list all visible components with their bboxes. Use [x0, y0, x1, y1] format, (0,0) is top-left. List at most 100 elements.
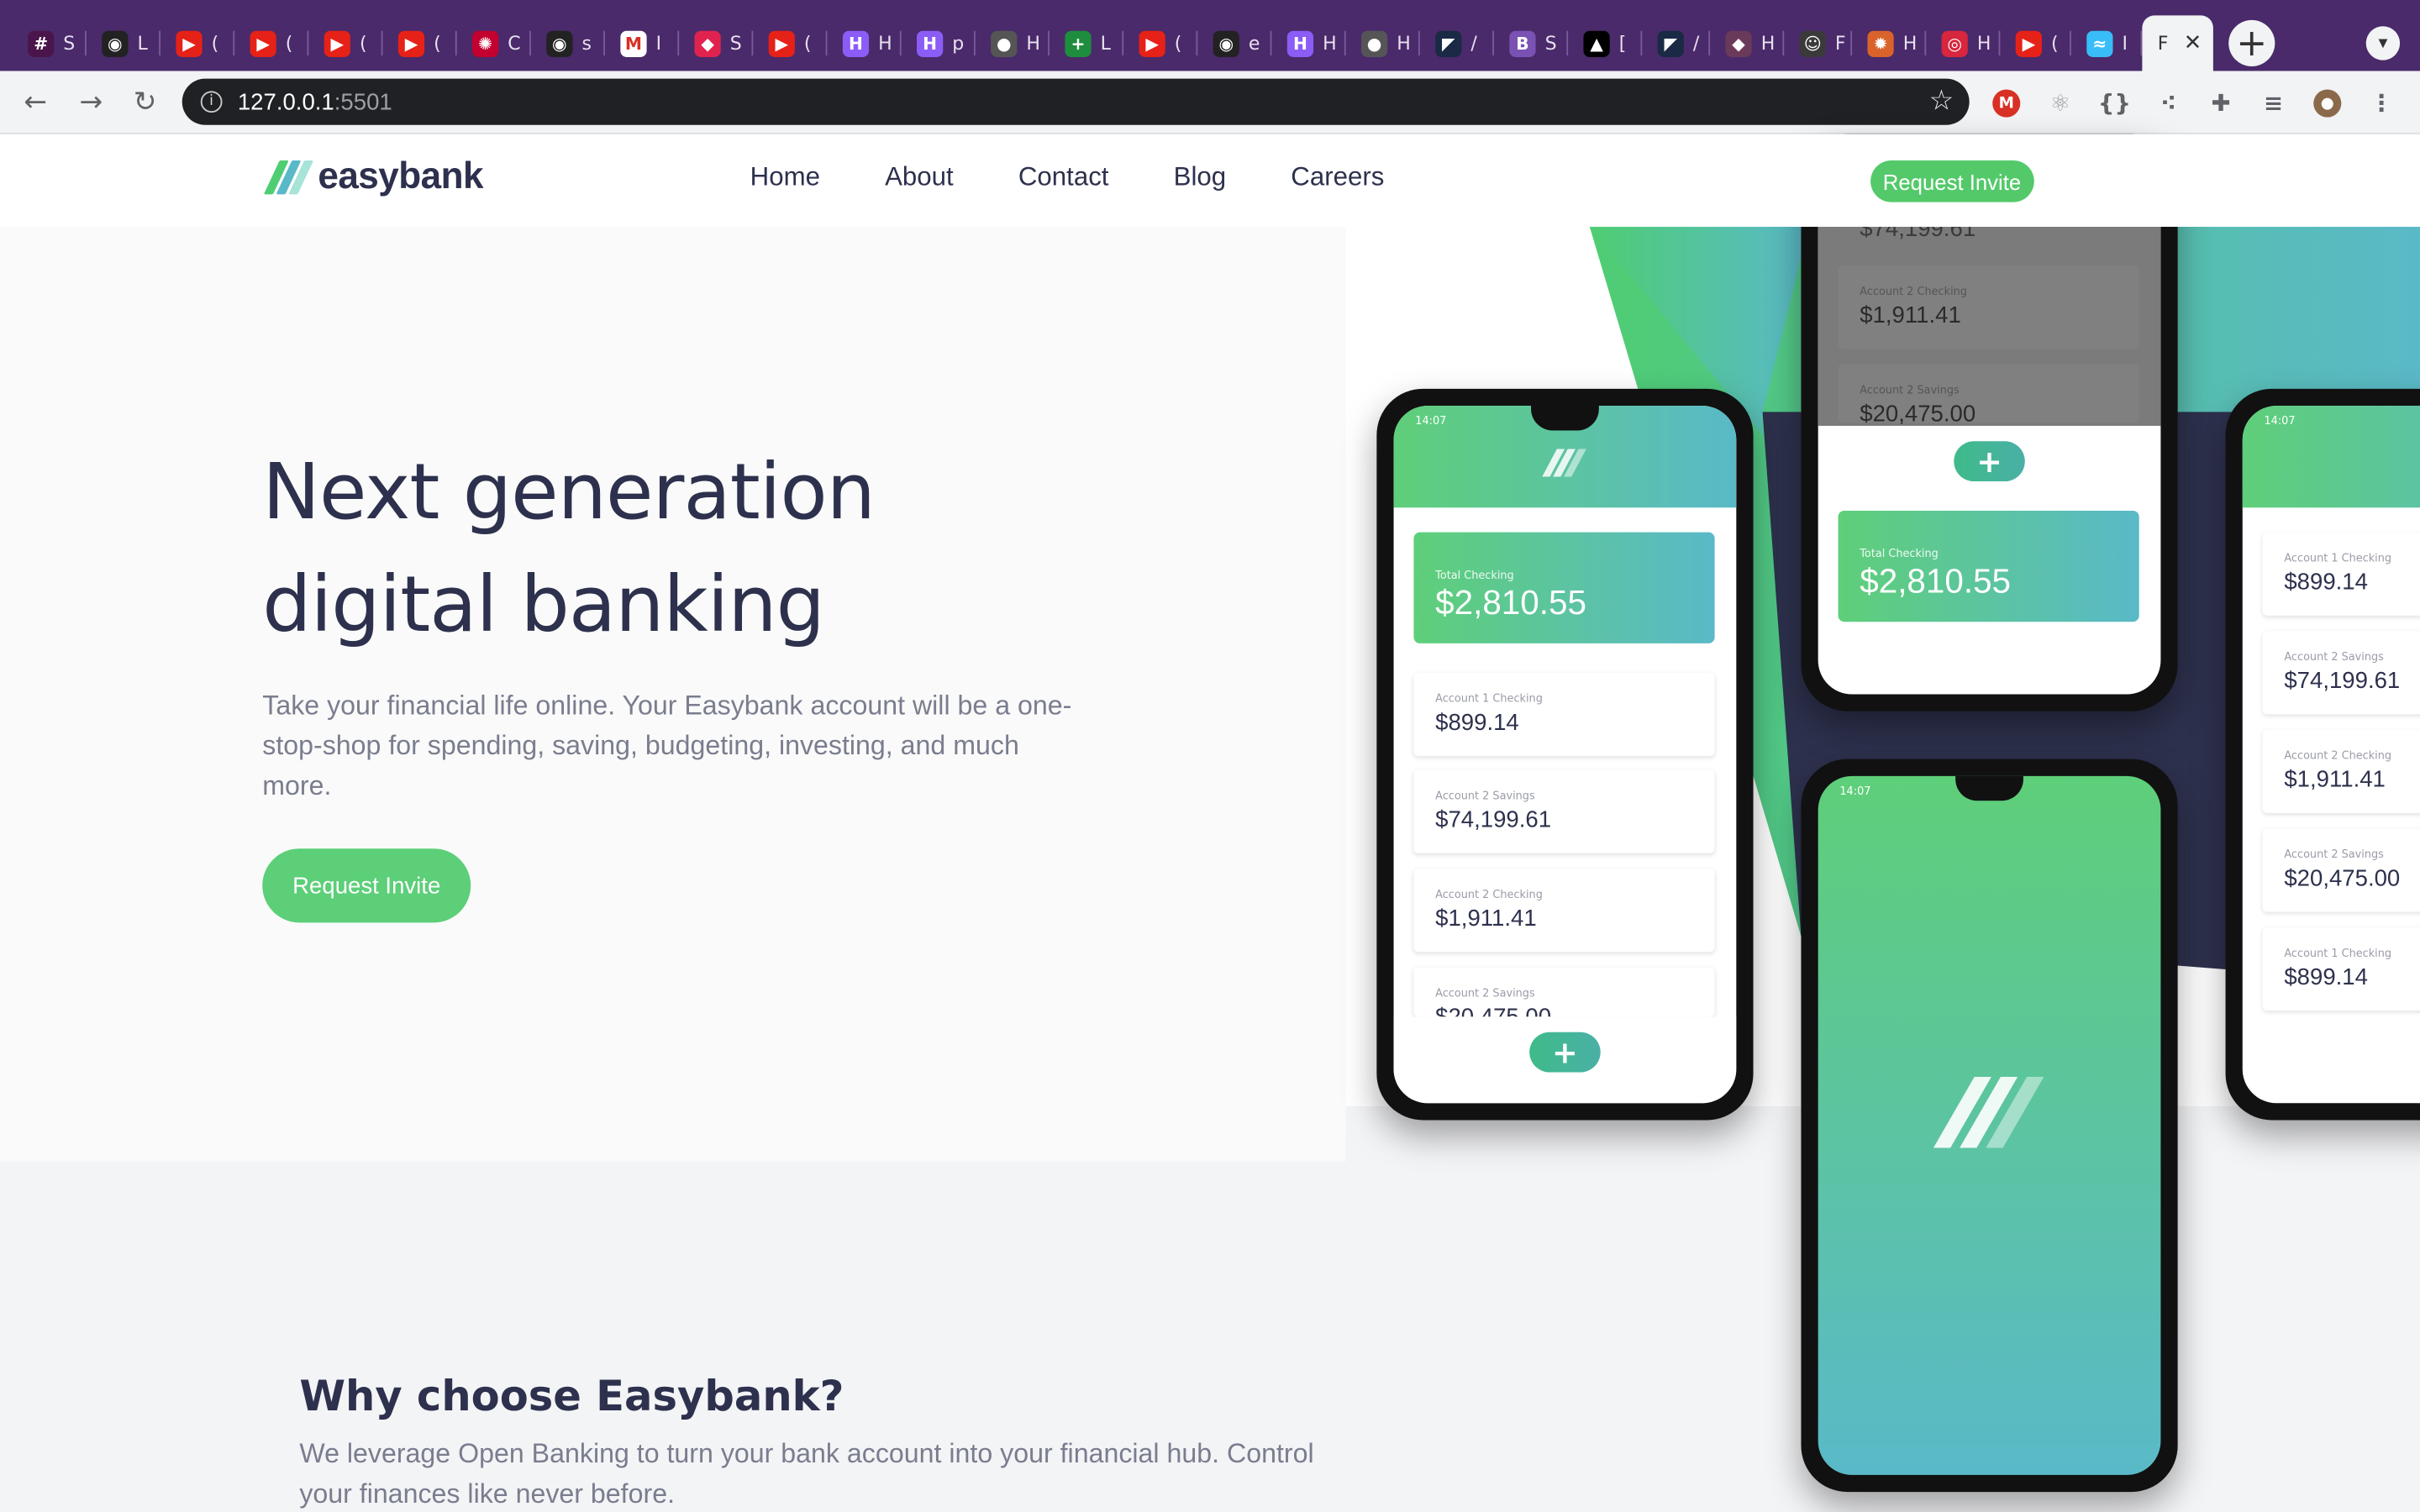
account-label: Account 2 Checking: [2284, 749, 2392, 763]
hero-request-invite-button[interactable]: Request Invite: [262, 848, 471, 923]
browser-tab[interactable]: + L: [1050, 15, 1124, 71]
why-section-title: Why choose Easybank?: [299, 1373, 844, 1421]
profile-avatar-icon[interactable]: ●: [2313, 89, 2342, 118]
dots-extension-icon[interactable]: ⁖: [2154, 90, 2182, 118]
browser-toolbar: ← → ↻ i 127.0.0.1 :5501 ☆ M ⚛ {} ⁖ ✚ ≡ ● ⋮: [0, 71, 2420, 134]
browser-tab[interactable]: ▶(: [753, 15, 828, 71]
tab-search-icon[interactable]: ▼: [2365, 26, 2401, 60]
account-label: Account 2 Checking: [1860, 285, 1967, 298]
back-icon[interactable]: ←: [18, 85, 52, 118]
active-tab[interactable]: F ✕: [2142, 15, 2213, 71]
nav-home[interactable]: Home: [750, 162, 820, 193]
kebab-menu-icon[interactable]: ⋮: [2368, 90, 2396, 118]
url-host: 127.0.0.1: [237, 88, 334, 115]
phone-notch: [1955, 775, 2023, 801]
close-tab-icon[interactable]: ✕: [2184, 31, 2202, 55]
browser-tab[interactable]: ▲[: [1568, 15, 1643, 71]
browser-window: F ✕ + ▼ # S ◉ L ▶(▶(▶(▶(✺ C ◉ s M I ◆ S ▶(H H Hp ● H + L ▶(…: [0, 0, 2420, 1512]
forward-icon[interactable]: →: [74, 85, 108, 118]
json-viewer-icon[interactable]: {}: [2098, 90, 2131, 118]
reload-icon[interactable]: ↻: [128, 85, 161, 118]
account-label: Account 1 Checking: [1435, 692, 1543, 706]
browser-tab[interactable]: ▶(: [1123, 15, 1198, 71]
browser-tab[interactable]: ▶(: [383, 15, 457, 71]
phone-notch: [1531, 406, 1599, 431]
tailwind-icon: ≈: [2086, 29, 2113, 57]
vercel-icon: ▲: [1583, 29, 1610, 57]
phone-screen: 14:07 Account 1 Checking $899.14 Account…: [2242, 406, 2420, 1104]
browser-tab[interactable]: ◎ H: [1926, 15, 2001, 71]
react-devtools-icon[interactable]: ⚛: [2047, 90, 2075, 118]
phone-mockup-right: 14:07 Account 1 Checking $899.14 Account…: [2225, 388, 2420, 1121]
account-amount: $20,475.00: [2284, 865, 2401, 892]
bookmark-star-icon[interactable]: ☆: [1929, 85, 1954, 118]
header-request-invite-button[interactable]: Request Invite: [1870, 160, 2033, 202]
hero-mockup-area: 14:07 Total Checking $2,810.55 Account 1…: [1345, 134, 2420, 1493]
browser-tab[interactable]: ◉ L: [87, 15, 161, 71]
nestjs-icon: ◆: [694, 29, 721, 57]
browser-tab[interactable]: ▶(: [160, 15, 235, 71]
nav-about[interactable]: About: [885, 162, 954, 193]
tab-title: e: [1248, 32, 1260, 55]
phone-mockup-left: 14:07 Total Checking $2,810.55 Account 1…: [1376, 388, 1754, 1121]
browser-tab[interactable]: ◆ S: [679, 15, 754, 71]
browser-tab[interactable]: ◉ s: [531, 15, 605, 71]
tab-title: S: [1544, 32, 1557, 55]
tab-title: F: [1834, 32, 1846, 55]
total-checking-amount: $2,810.55: [1860, 561, 2012, 601]
browser-tab[interactable]: HH: [1271, 15, 1346, 71]
account-card: Account 2 Savings $74,199.61: [1413, 769, 1715, 853]
browser-tab[interactable]: ● H: [1346, 15, 1420, 71]
status-clock: 14:07: [1839, 785, 1871, 798]
nav-careers[interactable]: Careers: [1291, 162, 1384, 193]
account-label: Account 2 Checking: [1435, 888, 1543, 901]
browser-tab[interactable]: ◤ /: [1642, 15, 1711, 71]
account-amount: $20,475.00: [1860, 401, 1976, 428]
youtube-icon: ▶: [324, 29, 350, 57]
phone-mockup-bottom: 14:07: [1801, 759, 2178, 1493]
account-amount: $899.14: [1435, 709, 1519, 737]
github-icon: ◉: [102, 29, 129, 57]
nav-contact[interactable]: Contact: [1018, 162, 1109, 193]
browser-tab[interactable]: MI: [605, 15, 680, 71]
browser-tab[interactable]: HH: [827, 15, 902, 71]
puzzle-icon[interactable]: ✚: [2207, 90, 2235, 118]
account-amount: $899.14: [2284, 569, 2368, 596]
browser-tab[interactable]: ◉ e: [1197, 15, 1272, 71]
browser-tab[interactable]: ☺ F: [1784, 15, 1853, 71]
tab-title: I: [655, 32, 662, 55]
browser-tab[interactable]: ◤ /: [1420, 15, 1494, 71]
browser-tab[interactable]: ≈ I: [2071, 15, 2143, 71]
frontendmentor-icon: ◤: [1657, 29, 1684, 57]
browser-tab[interactable]: ● H: [976, 15, 1050, 71]
nav-blog[interactable]: Blog: [1174, 162, 1227, 193]
browser-tab[interactable]: Hp: [902, 15, 976, 71]
account-card: Account 2 Savings $20,475.00: [1838, 364, 2139, 428]
address-bar[interactable]: i 127.0.0.1 :5501 ☆: [182, 78, 1970, 125]
tab-title: H: [1760, 32, 1776, 55]
mail-extension-icon[interactable]: M: [1992, 89, 2021, 118]
tab-title: (: [1174, 32, 1182, 55]
browser-tab[interactable]: ✺ C: [457, 15, 531, 71]
account-card: Account 2 Savings $20,475.00: [2262, 828, 2420, 912]
new-tab-button[interactable]: +: [2228, 19, 2275, 66]
browser-tab[interactable]: ◆ H: [1710, 15, 1785, 71]
angular-icon: ✺: [472, 29, 499, 57]
tab-title: [: [1618, 32, 1627, 55]
browser-tab[interactable]: ▶(: [234, 15, 309, 71]
browser-tab[interactable]: ✹ H: [1852, 15, 1927, 71]
sun-icon: ✹: [1867, 29, 1894, 57]
account-card: Account 1 Checking $899.14: [2262, 532, 2420, 616]
tab-title: I: [2122, 32, 2128, 55]
reading-list-icon[interactable]: ≡: [2260, 90, 2287, 118]
site-info-icon[interactable]: i: [200, 91, 223, 113]
account-label: Account 2 Savings: [1435, 790, 1535, 803]
browser-tab[interactable]: ▶(: [308, 15, 383, 71]
site-logo[interactable]: easybank: [263, 156, 483, 199]
browser-tab[interactable]: ▶(: [2000, 15, 2071, 71]
browser-tab[interactable]: BS: [1494, 15, 1569, 71]
browser-tab[interactable]: # S: [13, 15, 87, 71]
youtube-icon: ▶: [768, 29, 795, 57]
gmail-icon: M: [620, 29, 647, 57]
add-icon: +: [1954, 441, 2025, 482]
